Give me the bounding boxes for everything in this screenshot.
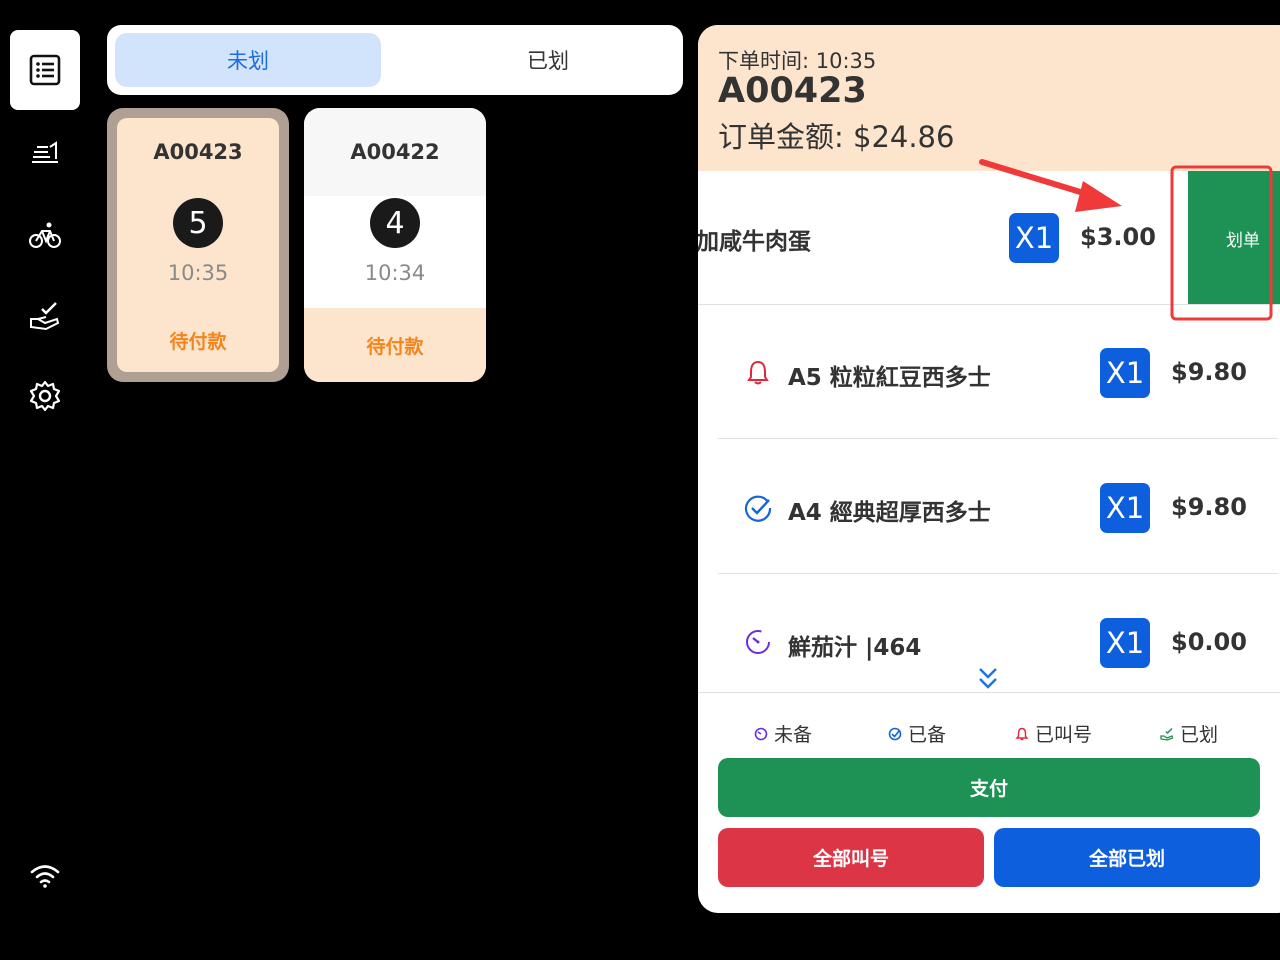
- order-time: 10:35: [167, 261, 229, 285]
- item-price: $3.00: [1080, 223, 1156, 251]
- legend-label: 已叫号: [1035, 724, 1093, 746]
- order-item-row[interactable]: A5 粒粒紅豆西多士 X1 $9.80: [698, 305, 1280, 439]
- order-amount: 订单金额: $24.86: [718, 120, 955, 154]
- serving-tray-icon: [32, 141, 58, 163]
- order-id-title: A00423: [718, 71, 867, 111]
- legend-ready: 已备: [888, 720, 946, 747]
- item-price: $9.80: [1171, 493, 1247, 521]
- mark-item-button[interactable]: 划单: [1188, 171, 1280, 305]
- item-price: $0.00: [1171, 628, 1247, 656]
- tab-marked[interactable]: 已划: [415, 33, 681, 87]
- sidebar-item-settings[interactable]: [10, 356, 80, 436]
- check-circle-icon: [888, 727, 902, 740]
- order-card[interactable]: A00423 5 10:35 待付款: [107, 108, 289, 382]
- order-filter-tabs: 未划 已划: [107, 25, 683, 95]
- item-name: 鮮茄汁 |464: [788, 635, 922, 661]
- item-qty: X1: [1100, 483, 1150, 533]
- wifi-icon: [30, 865, 60, 888]
- sidebar-item-serving[interactable]: [10, 112, 80, 192]
- timer-icon: [746, 630, 770, 654]
- item-qty: X1: [1009, 213, 1059, 263]
- order-id: A00422: [304, 108, 486, 196]
- item-count-badge: 4: [370, 198, 420, 248]
- sidebar-item-completed[interactable]: [10, 276, 80, 356]
- legend-label: 未备: [774, 724, 813, 746]
- item-name: 加咸牛肉蛋: [698, 229, 811, 255]
- order-id: A00423: [153, 140, 243, 164]
- order-status: 待付款: [304, 308, 486, 382]
- order-detail-header: 下单时间: 10:35 A00423 订单金额: $24.86: [698, 25, 1280, 171]
- pay-button[interactable]: 支付: [718, 758, 1260, 817]
- sidebar-item-orders[interactable]: [10, 30, 80, 110]
- sidebar-item-delivery[interactable]: [10, 194, 80, 274]
- order-status: 待付款: [169, 330, 227, 353]
- divider: [698, 692, 1280, 693]
- order-card-body: A00423 5 10:35 待付款: [117, 118, 279, 372]
- call-all-button[interactable]: 全部叫号: [718, 828, 984, 887]
- bicycle-delivery-icon: [29, 222, 61, 248]
- legend-marked: 已划: [1160, 720, 1218, 747]
- gear-icon: [29, 380, 61, 412]
- order-list-icon: [29, 54, 61, 86]
- wifi-status: [10, 836, 80, 916]
- item-count-badge: 5: [173, 198, 223, 248]
- bell-icon: [747, 360, 769, 385]
- item-name: A4 經典超厚西多士: [788, 500, 991, 526]
- legend-label: 已备: [908, 724, 947, 746]
- timer-icon: [754, 727, 768, 740]
- hand-check-icon: [1160, 727, 1174, 741]
- tab-unmarked[interactable]: 未划: [115, 33, 381, 87]
- order-time: 10:34: [364, 261, 426, 285]
- order-item-row[interactable]: A4 經典超厚西多士 X1 $9.80: [698, 439, 1280, 574]
- legend-pending: 未备: [754, 720, 812, 747]
- sidebar: [0, 0, 90, 960]
- item-name: A5 粒粒紅豆西多士: [788, 365, 991, 391]
- hand-check-icon: [30, 302, 60, 331]
- bell-icon: [1015, 727, 1029, 740]
- order-card[interactable]: A00422 4 10:34 待付款: [304, 108, 486, 382]
- legend-called: 已叫号: [1015, 720, 1092, 747]
- item-price: $9.80: [1171, 358, 1247, 386]
- legend-label: 已划: [1180, 724, 1219, 746]
- mark-all-button[interactable]: 全部已划: [994, 828, 1260, 887]
- item-qty: X1: [1100, 348, 1150, 398]
- order-detail-panel: 下单时间: 10:35 A00423 订单金额: $24.86 加咸牛肉蛋 X1…: [698, 25, 1280, 913]
- item-qty: X1: [1100, 618, 1150, 668]
- check-circle-icon: [744, 495, 772, 522]
- double-chevron-down-icon[interactable]: [977, 666, 999, 692]
